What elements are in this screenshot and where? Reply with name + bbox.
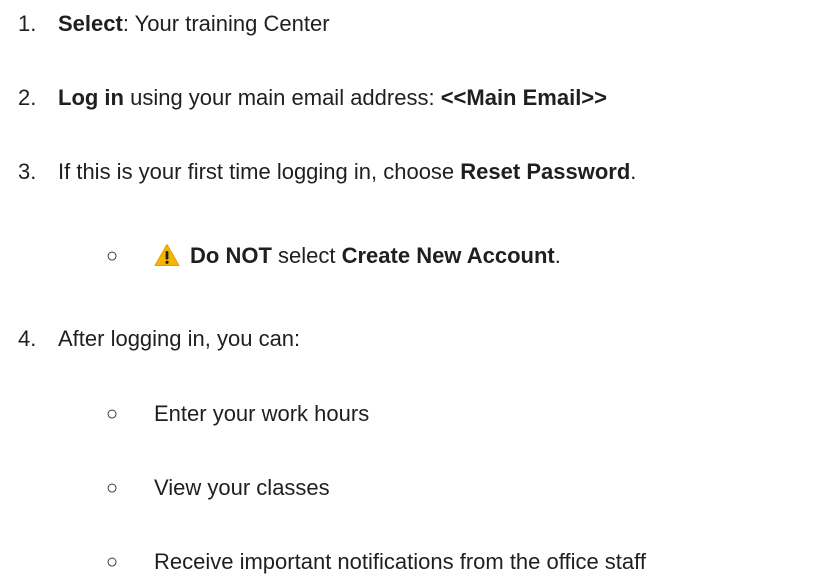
step-suffix: . [630,159,637,184]
step-text: Log in using your main email address: <<… [58,83,607,113]
step-text: After logging in, you can: [58,326,301,351]
sub-item-text: View your classes [154,475,330,500]
step-text: Select: Your training Center [58,9,330,39]
hollow-bullet: ○ [106,403,119,425]
reset-password-label: Reset Password [460,159,631,184]
create-account-label: Create New Account [341,243,555,268]
step-number: 2. [18,85,37,110]
hollow-bullet: ○ [106,551,119,573]
sub-item-text: Receive important notifications from the… [154,549,646,574]
step-rest: : Your training Center [122,11,330,36]
step-number: 3. [18,159,37,184]
do-not-label: Do NOT [190,243,272,268]
warning-icon [154,243,180,267]
step-number: 1. [18,11,37,36]
warning-text: Do NOT select Create New Account. [154,241,561,271]
step-bold: Select [58,11,123,36]
warning-suffix: . [554,243,561,268]
step-bold: Log in [58,85,124,110]
hollow-bullet: ○ [106,245,119,267]
step-text: If this is your first time logging in, c… [58,157,636,187]
warning-middle: select [271,243,342,268]
hollow-bullet: ○ [106,477,119,499]
sub-item-text: Enter your work hours [154,401,370,426]
step-number: 4. [18,326,37,351]
step-middle: using your main email address: [123,85,441,110]
step-prefix: If this is your first time logging in, c… [58,159,461,184]
main-email-placeholder: <<Main Email>> [440,85,607,110]
